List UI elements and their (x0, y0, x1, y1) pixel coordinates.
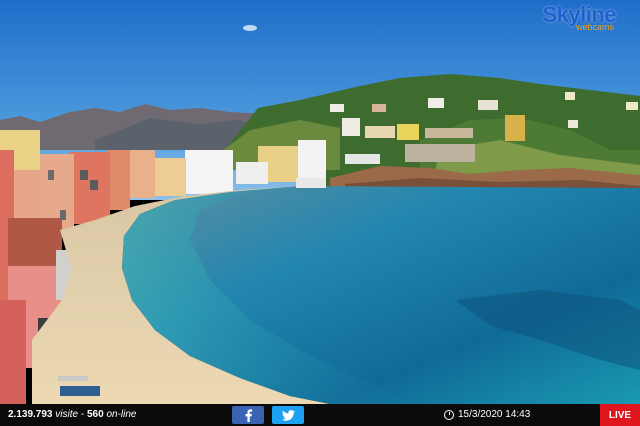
cloud (243, 25, 257, 31)
twitter-button[interactable] (272, 406, 304, 424)
clock-icon (444, 409, 454, 420)
visits-label: visite (55, 409, 79, 420)
footer-bar: 2.139.793 visite - 560 on-line 15/3/2020… (0, 404, 640, 426)
visit-stats: 2.139.793 visite - 560 on-line (8, 409, 137, 420)
boat (60, 386, 100, 396)
timestamp: 15/3/2020 14:43 (444, 409, 530, 420)
webcam-view (0, 0, 640, 404)
twitter-icon (281, 409, 295, 421)
visits-count: 2.139.793 (8, 409, 53, 420)
datetime: 15/3/2020 14:43 (458, 409, 531, 420)
online-count: 560 (86, 409, 104, 420)
live-badge[interactable]: LIVE (600, 404, 640, 426)
skyline-logo: Skyline webcams (542, 4, 616, 32)
facebook-button[interactable] (232, 406, 264, 424)
pier (296, 178, 326, 188)
online-label: on-line (106, 409, 137, 420)
facebook-icon (244, 408, 252, 422)
